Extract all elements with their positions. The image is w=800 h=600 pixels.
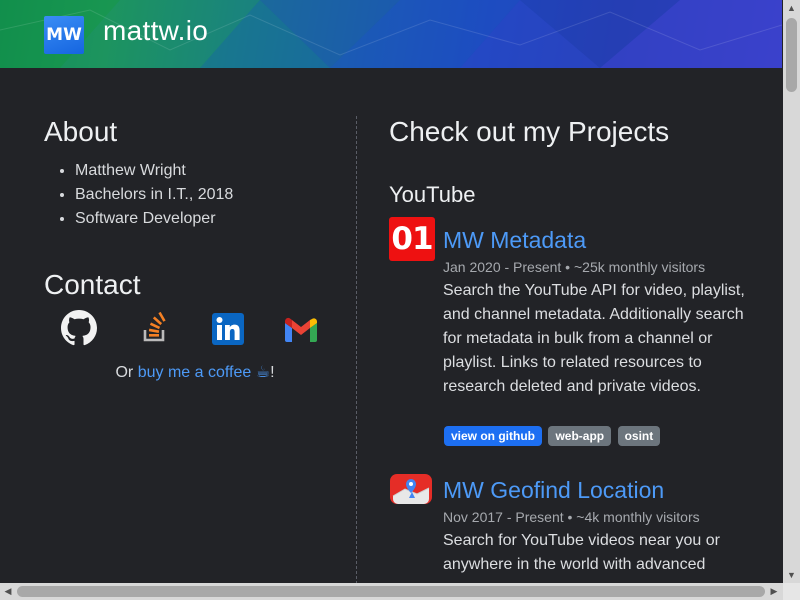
about-item-role: Software Developer <box>75 207 233 231</box>
about-item-name: Matthew Wright <box>75 159 233 183</box>
buy-coffee-link[interactable]: buy me a coffee ☕ <box>138 364 270 381</box>
vertical-scrollbar[interactable]: ▲ ▼ <box>783 0 800 583</box>
contact-heading: Contact <box>44 269 141 300</box>
scroll-up-arrow-icon[interactable]: ▲ <box>783 0 800 16</box>
mw-metadata-icon[interactable]: 01 <box>389 217 435 261</box>
scroll-right-arrow-icon[interactable]: ▶ <box>766 583 782 600</box>
about-heading: About <box>44 116 118 147</box>
stackoverflow-icon[interactable] <box>137 310 173 346</box>
buy-coffee-label: buy me a coffee <box>137 364 252 381</box>
project-meta-mw-geofind: Nov 2017 - Present • ~4k monthly visitor… <box>443 509 700 525</box>
map-pin-icon[interactable] <box>389 472 433 506</box>
coffee-line: Or buy me a coffee ☕! <box>0 362 390 382</box>
about-list: Matthew Wright Bachelors in I.T., 2018 S… <box>44 159 233 231</box>
project-meta-mw-metadata: Jan 2020 - Present • ~25k monthly visito… <box>443 259 706 275</box>
linkedin-icon[interactable] <box>210 311 246 347</box>
tag-web-app: web-app <box>548 426 612 446</box>
project-description-mw-metadata: Search the YouTube API for video, playli… <box>443 282 745 395</box>
site-title[interactable]: mattw.io <box>103 15 208 47</box>
horizontal-scrollbar[interactable]: ◀ ▶ <box>0 583 800 600</box>
about-item-degree: Bachelors in I.T., 2018 <box>75 183 233 207</box>
column-divider <box>356 116 357 584</box>
scroll-left-arrow-icon[interactable]: ◀ <box>0 583 16 600</box>
page: MW mattw.io About Matthew Wright Bachelo… <box>0 0 800 600</box>
coffee-suffix: ! <box>270 364 275 381</box>
coffee-icon: ☕ <box>255 364 271 381</box>
scrollbar-corner <box>783 583 800 600</box>
coffee-prefix: Or <box>115 364 138 381</box>
contact-icons <box>60 310 330 346</box>
github-icon[interactable] <box>61 310 97 346</box>
project-tags-mw-metadata: view on github web-app osint <box>444 426 662 446</box>
scroll-down-arrow-icon[interactable]: ▼ <box>783 567 800 583</box>
youtube-category-heading: YouTube <box>389 182 476 207</box>
site-logo[interactable]: MW <box>44 16 84 54</box>
gmail-icon[interactable] <box>283 312 319 348</box>
horizontal-scroll-thumb[interactable] <box>17 586 765 597</box>
tag-osint: osint <box>617 426 661 446</box>
projects-heading: Check out my Projects <box>389 116 670 147</box>
project-title-mw-metadata[interactable]: MW Metadata <box>443 227 586 254</box>
header-banner: MW mattw.io <box>0 0 782 68</box>
vertical-scroll-thumb[interactable] <box>786 18 797 92</box>
project-description-mw-geofind: Search for YouTube videos near you or an… <box>443 532 720 573</box>
view-on-github-button[interactable]: view on github <box>444 426 542 446</box>
project-title-mw-geofind[interactable]: MW Geofind Location <box>443 477 664 504</box>
